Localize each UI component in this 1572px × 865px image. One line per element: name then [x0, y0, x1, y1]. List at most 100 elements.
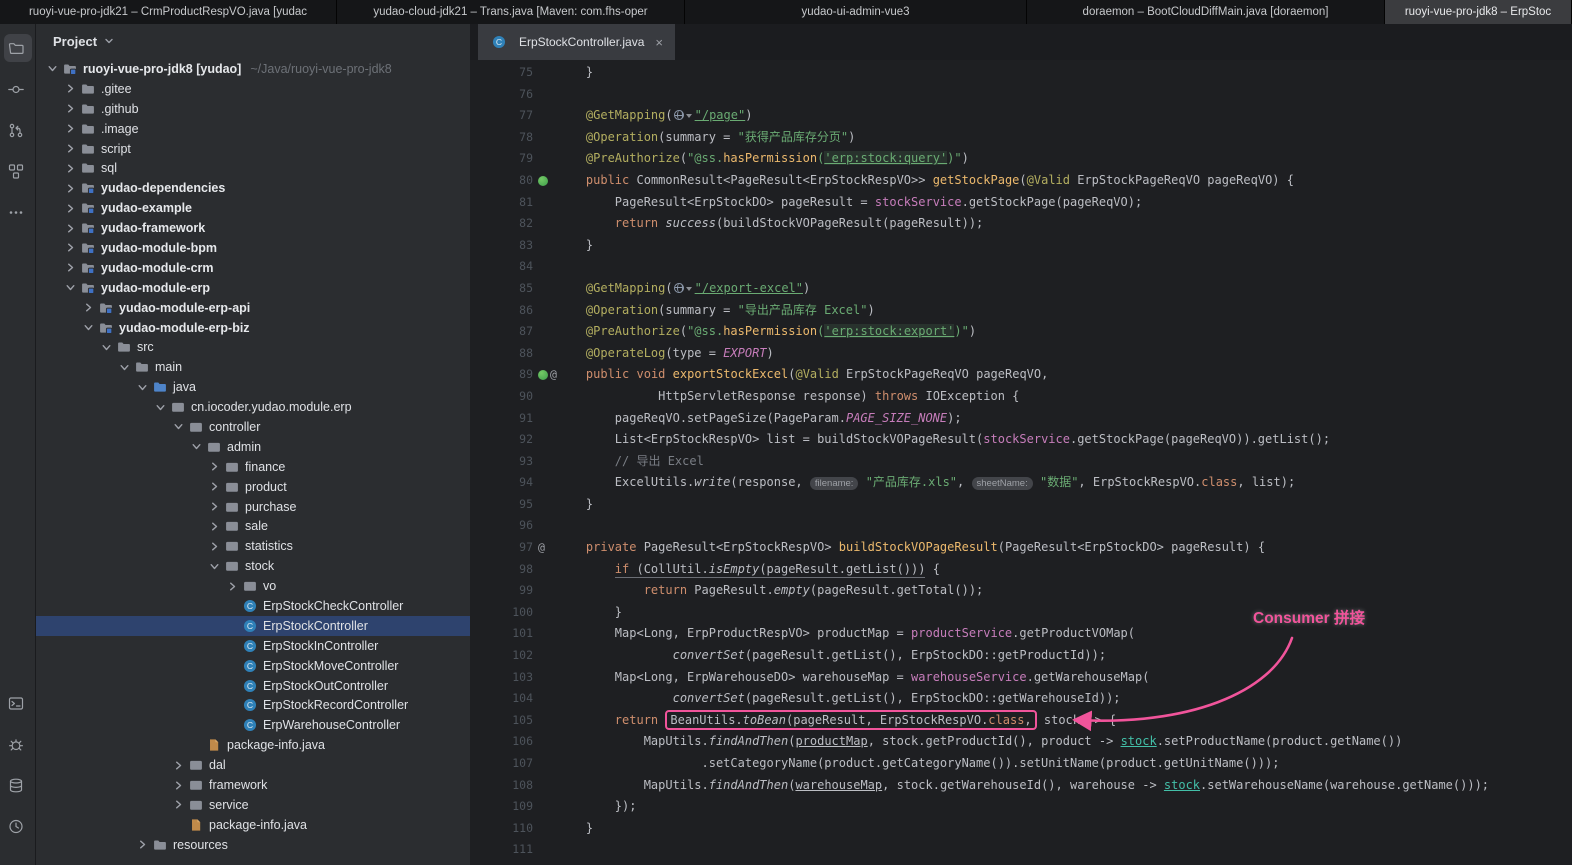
code-line-89[interactable]: 89@ public void exportStockExcel(@Valid … — [470, 364, 1572, 386]
chevron-right-icon[interactable] — [170, 757, 187, 774]
tree-item-yudao-module-bpm[interactable]: yudao-module-bpm — [36, 238, 470, 258]
tree-item-erpstockrecordcontroller[interactable]: CErpStockRecordController — [36, 696, 470, 716]
tree-item-image[interactable]: .image — [36, 119, 470, 139]
tree-item-yudao-module-erp-biz[interactable]: yudao-module-erp-biz — [36, 318, 470, 338]
window-tab-yudao-ui-admin-vue3[interactable]: yudao-ui-admin-vue3 — [685, 0, 1027, 24]
chevron-right-icon[interactable] — [206, 458, 223, 475]
annotation-gutter-icon[interactable]: @ — [550, 364, 557, 386]
code-line-97[interactable]: 97@ private PageResult<ErpStockRespVO> b… — [470, 537, 1572, 559]
code-line-93[interactable]: 93 // 导出 Excel — [470, 451, 1572, 473]
code-line-78[interactable]: 78 @Operation(summary = "获得产品库存分页") — [470, 127, 1572, 149]
chevron-right-icon[interactable] — [62, 200, 79, 217]
tree-item-framework[interactable]: framework — [36, 775, 470, 795]
chevron-down-icon[interactable] — [116, 359, 133, 376]
chevron-right-icon[interactable] — [62, 259, 79, 276]
services-button[interactable] — [4, 771, 32, 799]
tree-item-finance[interactable]: finance — [36, 457, 470, 477]
tree-item-yudao-example[interactable]: yudao-example — [36, 198, 470, 218]
tree-item-script[interactable]: script — [36, 139, 470, 159]
tree-item-purchase[interactable]: purchase — [36, 497, 470, 517]
project-folder-button[interactable] — [4, 34, 32, 62]
tree-item-erpstockcontroller[interactable]: CErpStockController — [36, 616, 470, 636]
window-tab-yudao-cloud-jdk21-trans-java-m[interactable]: yudao-cloud-jdk21 – Trans.java [Maven: c… — [337, 0, 685, 24]
chevron-right-icon[interactable] — [80, 299, 97, 316]
code-line-96[interactable]: 96 — [470, 515, 1572, 537]
code-line-99[interactable]: 99 return PageResult.empty(pageResult.ge… — [470, 580, 1572, 602]
code-line-83[interactable]: 83 } — [470, 235, 1572, 257]
chevron-down-icon[interactable] — [188, 438, 205, 455]
tree-item-erpstockcheckcontroller[interactable]: CErpStockCheckController — [36, 596, 470, 616]
chevron-right-icon[interactable] — [62, 120, 79, 137]
tree-item-resources[interactable]: resources — [36, 835, 470, 855]
tree-item-main[interactable]: main — [36, 357, 470, 377]
code-line-88[interactable]: 88 @OperateLog(type = EXPORT) — [470, 343, 1572, 365]
code-line-100[interactable]: 100 } — [470, 602, 1572, 624]
tree-item-erpstockmovecontroller[interactable]: CErpStockMoveController — [36, 656, 470, 676]
tree-item-package-info-java[interactable]: package-info.java — [36, 815, 470, 835]
tree-item-product[interactable]: product — [36, 477, 470, 497]
tree-item-stock[interactable]: stock — [36, 556, 470, 576]
tree-item-statistics[interactable]: statistics — [36, 536, 470, 556]
code-line-79[interactable]: 79 @PreAuthorize("@ss.hasPermission('erp… — [470, 148, 1572, 170]
terminal-button[interactable] — [4, 689, 32, 717]
code-line-103[interactable]: 103 Map<Long, ErpWarehouseDO> warehouseM… — [470, 667, 1572, 689]
code-line-85[interactable]: 85 @GetMapping("/export-excel") — [470, 278, 1572, 300]
open-in-http-client-icon[interactable] — [674, 283, 684, 293]
code-line-95[interactable]: 95 } — [470, 494, 1572, 516]
code-line-77[interactable]: 77 @GetMapping("/page") — [470, 105, 1572, 127]
code-line-86[interactable]: 86 @Operation(summary = "导出产品库存 Excel") — [470, 300, 1572, 322]
tree-item-yudao-dependencies[interactable]: yudao-dependencies — [36, 178, 470, 198]
chevron-right-icon[interactable] — [206, 478, 223, 495]
tree-item-yudao-framework[interactable]: yudao-framework — [36, 218, 470, 238]
chevron-right-icon[interactable] — [206, 538, 223, 555]
code-line-102[interactable]: 102 convertSet(pageResult.getList(), Erp… — [470, 645, 1572, 667]
chevron-down-icon[interactable] — [44, 60, 61, 77]
code-line-84[interactable]: 84 — [470, 256, 1572, 278]
code-line-109[interactable]: 109 }); — [470, 796, 1572, 818]
tree-item-erpstockincontroller[interactable]: CErpStockInController — [36, 636, 470, 656]
chevron-right-icon[interactable] — [206, 518, 223, 535]
code-line-81[interactable]: 81 PageResult<ErpStockDO> pageResult = s… — [470, 192, 1572, 214]
chevron-right-icon[interactable] — [62, 100, 79, 117]
chevron-right-icon[interactable] — [62, 160, 79, 177]
more-tools-button[interactable] — [4, 198, 32, 226]
chevron-down-icon[interactable] — [98, 339, 115, 356]
editor-tab-erpstockcontroller[interactable]: C ErpStockController.java × — [478, 24, 675, 60]
code-line-101[interactable]: 101 Map<Long, ErpProductRespVO> productM… — [470, 623, 1572, 645]
tree-item-ruoyi-vue-pro-jdk8-yudao[interactable]: ruoyi-vue-pro-jdk8 [yudao]~/Java/ruoyi-v… — [36, 59, 470, 79]
tree-item-yudao-module-crm[interactable]: yudao-module-crm — [36, 258, 470, 278]
tree-item-cn-iocoder-yudao-module-erp[interactable]: cn.iocoder.yudao.module.erp — [36, 397, 470, 417]
code-line-82[interactable]: 82 return success(buildStockVOPageResult… — [470, 213, 1572, 235]
chevron-down-icon[interactable] — [206, 558, 223, 575]
tree-item-yudao-module-erp[interactable]: yudao-module-erp — [36, 278, 470, 298]
chevron-right-icon[interactable] — [170, 777, 187, 794]
debug-button[interactable] — [4, 730, 32, 758]
tree-item-java[interactable]: java — [36, 377, 470, 397]
tree-item-controller[interactable]: controller — [36, 417, 470, 437]
code-line-80[interactable]: 80 public CommonResult<PageResult<ErpSto… — [470, 170, 1572, 192]
chevron-right-icon[interactable] — [62, 239, 79, 256]
code-line-76[interactable]: 76 — [470, 84, 1572, 106]
chevron-down-icon[interactable] — [134, 379, 151, 396]
tree-item-dal[interactable]: dal — [36, 755, 470, 775]
code-line-92[interactable]: 92 List<ErpStockRespVO> list = buildStoc… — [470, 429, 1572, 451]
chevron-down-icon[interactable] — [62, 279, 79, 296]
pull-requests-button[interactable] — [4, 116, 32, 144]
code-line-111[interactable]: 111 — [470, 839, 1572, 861]
code-line-108[interactable]: 108 MapUtils.findAndThen(warehouseMap, s… — [470, 775, 1572, 797]
tree-item-vo[interactable]: vo — [36, 576, 470, 596]
window-tab-doraemon-bootclouddiffmain-jav[interactable]: doraemon – BootCloudDiffMain.java [dorae… — [1027, 0, 1385, 24]
tree-item-sql[interactable]: sql — [36, 158, 470, 178]
tree-item-yudao-module-erp-api[interactable]: yudao-module-erp-api — [36, 298, 470, 318]
chevron-down-icon[interactable] — [152, 399, 169, 416]
code-line-105[interactable]: 105 return BeanUtils.toBean(pageResult, … — [470, 710, 1572, 732]
code-line-90[interactable]: 90 HttpServletResponse response) throws … — [470, 386, 1572, 408]
code-line-87[interactable]: 87 @PreAuthorize("@ss.hasPermission('erp… — [470, 321, 1572, 343]
chevron-right-icon[interactable] — [62, 180, 79, 197]
chevron-right-icon[interactable] — [134, 836, 151, 853]
code-line-107[interactable]: 107 .setCategoryName(product.getCategory… — [470, 753, 1572, 775]
chevron-right-icon[interactable] — [170, 796, 187, 813]
code-line-75[interactable]: 75 } — [470, 62, 1572, 84]
code-line-104[interactable]: 104 convertSet(pageResult.getList(), Erp… — [470, 688, 1572, 710]
annotation-gutter-icon[interactable]: @ — [538, 537, 545, 559]
